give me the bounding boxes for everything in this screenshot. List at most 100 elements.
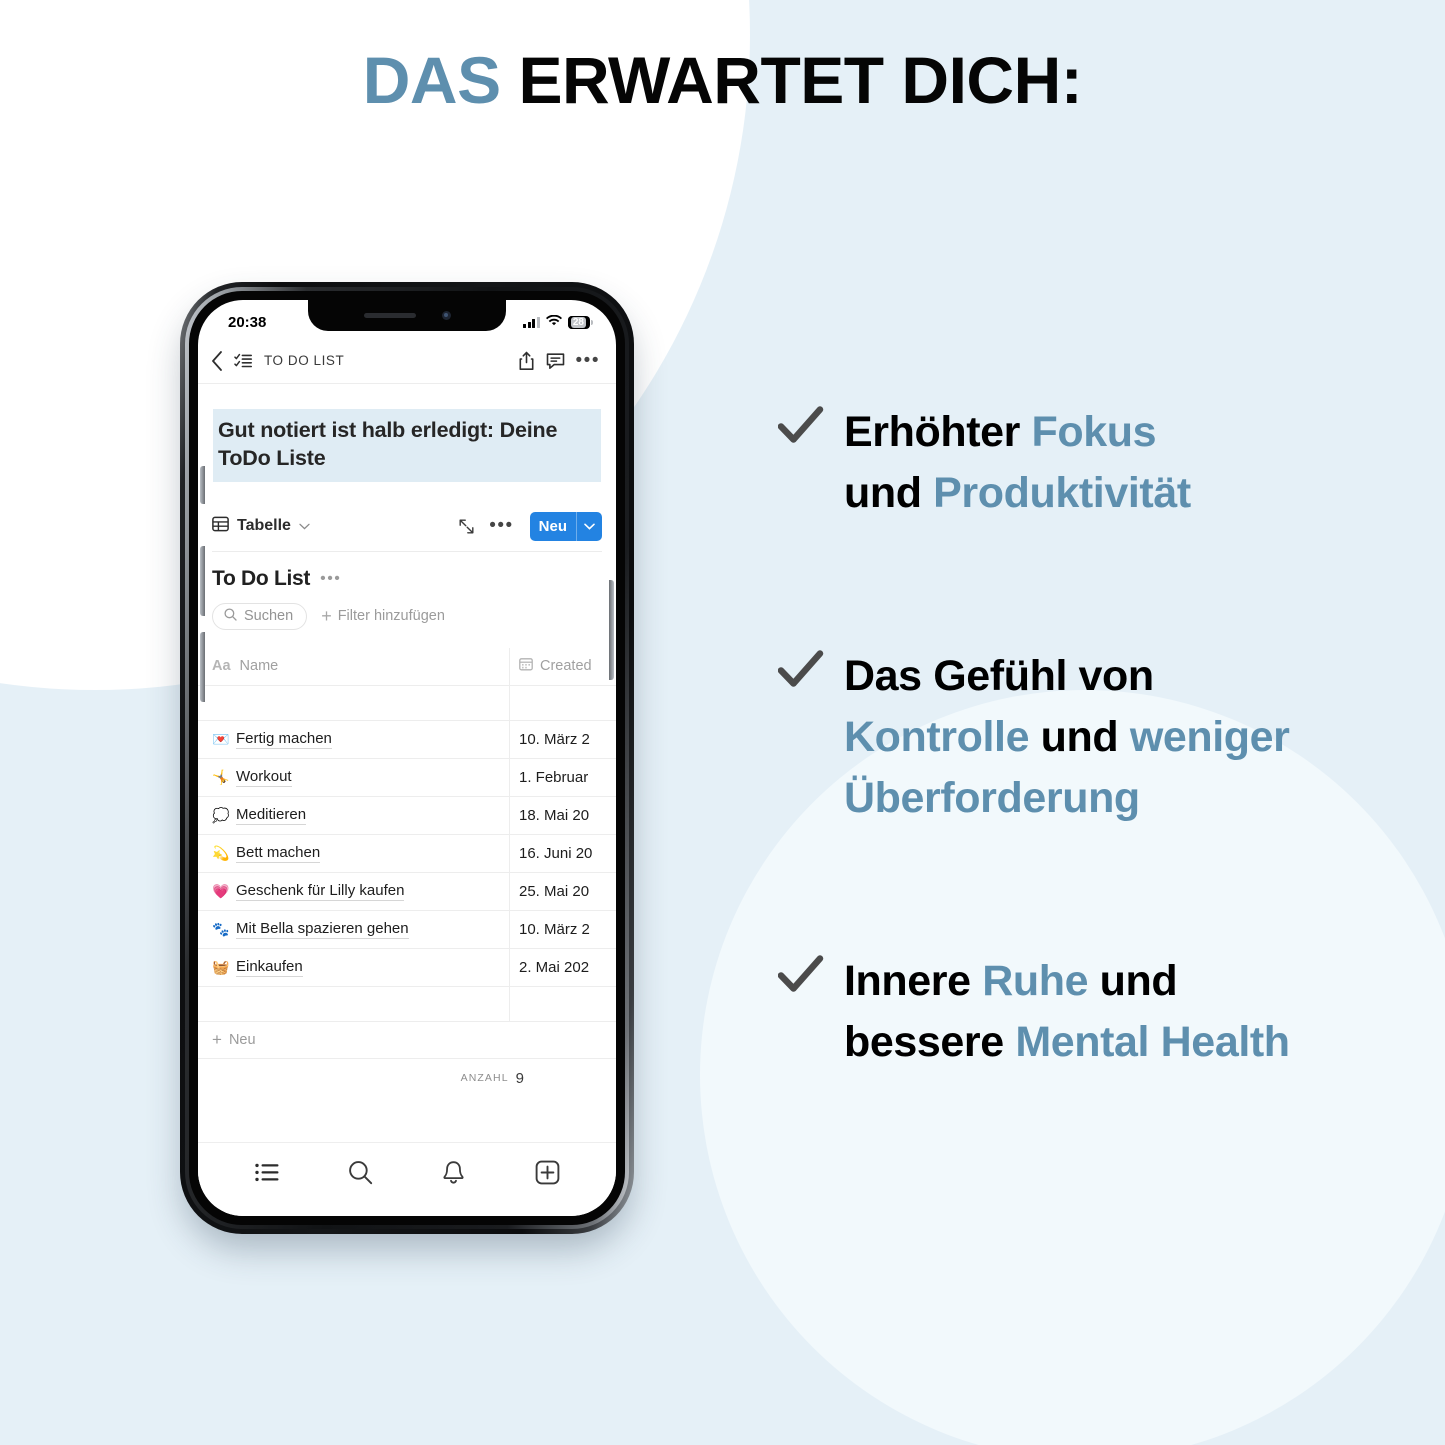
page-title: Gut notiert ist halb erledigt: Deine ToD… bbox=[213, 409, 601, 482]
benefit-text-3: Innere Ruhe und bessere Mental Health bbox=[844, 951, 1290, 1073]
benefit-item: Innere Ruhe und bessere Mental Health bbox=[777, 951, 1408, 1073]
column-header-created-label: Created bbox=[540, 658, 592, 675]
row-emoji-icon: 🐾 bbox=[212, 920, 230, 937]
checklist-icon bbox=[234, 353, 253, 369]
add-new-row-button[interactable]: + Neu bbox=[198, 1020, 616, 1058]
nav-bell-icon[interactable] bbox=[430, 1157, 478, 1187]
app-header: TO DO LIST ••• bbox=[198, 338, 616, 384]
headline-rest: ERWARTET DICH: bbox=[518, 43, 1083, 117]
plus-icon: + bbox=[212, 1030, 222, 1050]
benefit-line: Innere Ruhe und bbox=[844, 951, 1290, 1012]
new-button[interactable]: Neu bbox=[529, 511, 602, 541]
nav-list-icon[interactable] bbox=[243, 1157, 291, 1187]
expand-icon[interactable] bbox=[458, 518, 475, 535]
benefit-text-2: Das Gefühl von Kontrolle und weniger Überf… bbox=[844, 646, 1290, 829]
table-icon bbox=[212, 516, 229, 537]
view-tab-tabelle[interactable]: Tabelle bbox=[212, 516, 310, 537]
row-emoji-icon: 💗 bbox=[212, 882, 230, 899]
benefit-highlight: weniger bbox=[1129, 713, 1290, 762]
more-horizontal-icon[interactable]: ••• bbox=[576, 351, 600, 370]
database-title: To Do List bbox=[212, 566, 311, 590]
table-row[interactable]: 🧺 Einkaufen 2. Mai 202 bbox=[198, 947, 616, 986]
add-filter-label: Filter hinzufügen bbox=[337, 608, 445, 625]
benefit-line: bessere Mental Health bbox=[844, 1012, 1290, 1073]
row-name: Mit Bella spazieren gehen bbox=[236, 919, 409, 939]
row-emoji-icon: 🧺 bbox=[212, 958, 230, 975]
benefit-line: Erhöhter Fokus bbox=[844, 402, 1191, 463]
phone-frame: 20:38 28 TO DO LIST ••• Gut notiert ist … bbox=[180, 282, 634, 1234]
table-row[interactable]: 💫 Bett machen 16. Juni 20 bbox=[198, 833, 616, 872]
benefit-plain: Das Gefühl von bbox=[844, 652, 1154, 701]
phone-volume-up-button bbox=[200, 546, 205, 616]
battery-level: 28 bbox=[570, 316, 586, 328]
database-table: Aa Name Created 💌 Fertig machen 10. März… bbox=[198, 647, 616, 1098]
column-header-name-label: Name bbox=[239, 658, 279, 675]
table-row[interactable]: 💌 Fertig machen 10. März 2 bbox=[198, 719, 616, 758]
phone-mockup: 20:38 28 TO DO LIST ••• Gut notiert ist … bbox=[172, 272, 642, 1240]
row-name: Einkaufen bbox=[236, 957, 303, 977]
row-emoji-icon: 💫 bbox=[212, 844, 230, 861]
row-emoji-icon: 💭 bbox=[212, 806, 230, 823]
row-count-value: 9 bbox=[515, 1069, 524, 1087]
phone-screen: 20:38 28 TO DO LIST ••• Gut notiert ist … bbox=[198, 300, 616, 1216]
row-name: Bett machen bbox=[236, 843, 321, 863]
benefit-item: Das Gefühl von Kontrolle und weniger Überf… bbox=[777, 646, 1408, 829]
row-emoji-icon: 💌 bbox=[212, 730, 230, 747]
benefit-highlight: Fokus bbox=[1031, 408, 1157, 456]
phone-silent-switch bbox=[200, 466, 205, 504]
row-name: Geschenk für Lilly kaufen bbox=[236, 881, 405, 901]
table-row[interactable]: 🤸 Workout 1. Februar bbox=[198, 757, 616, 796]
column-header-name[interactable]: Aa Name bbox=[198, 648, 509, 685]
row-emoji-icon: 🤸 bbox=[212, 768, 230, 785]
chevron-left-icon[interactable] bbox=[211, 350, 223, 371]
benefit-plain: und bbox=[844, 469, 934, 518]
text-type-icon: Aa bbox=[212, 658, 231, 675]
row-name: Fertig machen bbox=[236, 729, 332, 749]
view-more-icon[interactable]: ••• bbox=[489, 516, 513, 535]
nav-search-icon[interactable] bbox=[336, 1157, 384, 1187]
table-row-blank-top[interactable] bbox=[198, 684, 616, 720]
search-label: Suchen bbox=[244, 608, 294, 625]
benefit-highlight: Überforderung bbox=[844, 774, 1140, 823]
phone-volume-down-button bbox=[200, 632, 205, 702]
add-filter-button[interactable]: + Filter hinzufügen bbox=[321, 606, 445, 627]
headline-accent-word: DAS bbox=[362, 43, 501, 117]
search-input[interactable]: Suchen bbox=[212, 602, 308, 630]
database-title-row: To Do List ••• bbox=[212, 567, 602, 591]
phone-power-button bbox=[609, 580, 614, 680]
table-row[interactable]: 💗 Geschenk für Lilly kaufen 25. Mai 20 bbox=[198, 871, 616, 910]
row-count[interactable]: ANZAHL 9 bbox=[198, 1057, 616, 1098]
table-row[interactable]: 💭 Meditieren 18. Mai 20 bbox=[198, 795, 616, 834]
share-icon[interactable] bbox=[518, 351, 535, 371]
row-created: 2. Mai 202 bbox=[519, 958, 590, 976]
calendar-icon bbox=[519, 657, 533, 675]
view-toolbar: Tabelle ••• Neu bbox=[212, 511, 602, 552]
benefit-plain: bessere bbox=[844, 1018, 1016, 1067]
row-created: 10. März 2 bbox=[519, 730, 590, 748]
view-tab-label: Tabelle bbox=[237, 517, 291, 535]
benefit-highlight: Produktivität bbox=[933, 469, 1191, 518]
row-created: 16. Juni 20 bbox=[519, 844, 593, 862]
benefit-line: Überforderung bbox=[844, 768, 1290, 829]
row-name: Workout bbox=[236, 767, 292, 787]
table-row[interactable]: 🐾 Mit Bella spazieren gehen 10. März 2 bbox=[198, 909, 616, 948]
table-row-blank-bottom[interactable] bbox=[198, 985, 616, 1021]
checkmark-icon bbox=[777, 953, 824, 1008]
status-time: 20:38 bbox=[228, 313, 267, 331]
new-button-chevron-down-icon[interactable] bbox=[577, 512, 602, 541]
table-header-row: Aa Name Created bbox=[198, 647, 616, 685]
column-header-created[interactable]: Created bbox=[509, 647, 616, 685]
filter-row: Suchen + Filter hinzufügen bbox=[212, 602, 602, 630]
benefit-plain: und bbox=[1088, 957, 1178, 1006]
wifi-icon bbox=[545, 314, 562, 331]
add-new-row-label: Neu bbox=[228, 1031, 256, 1048]
cellular-signal-icon bbox=[523, 316, 540, 328]
app-header-title: TO DO LIST bbox=[264, 353, 345, 368]
row-created: 25. Mai 20 bbox=[519, 882, 590, 900]
database-more-icon[interactable]: ••• bbox=[320, 570, 341, 586]
plus-icon: + bbox=[321, 606, 332, 627]
comment-icon[interactable] bbox=[546, 352, 565, 370]
row-created: 18. Mai 20 bbox=[519, 806, 590, 824]
nav-plus-box-icon[interactable] bbox=[523, 1157, 571, 1187]
benefit-line: Kontrolle und weniger bbox=[844, 707, 1290, 768]
